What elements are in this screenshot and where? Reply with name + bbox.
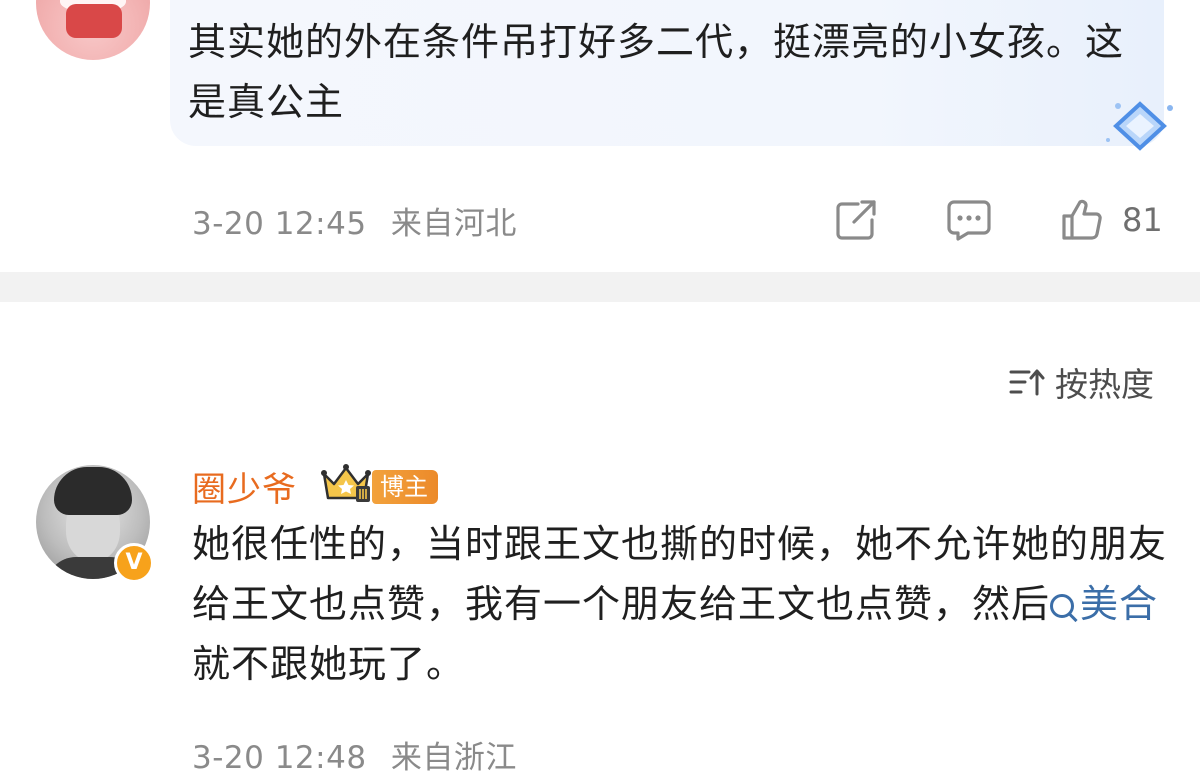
like-button[interactable]: 81 — [1060, 196, 1163, 244]
sort-label: 按热度 — [1055, 365, 1154, 404]
comment-icon — [947, 200, 991, 241]
comment-text-part: 就不跟她玩了。 — [192, 642, 466, 686]
topic-label: 美合 — [1080, 582, 1159, 626]
comment-text: 其实她的外在条件吊打好多二代，挺漂亮的小女孩。这是真公主 — [188, 20, 1125, 124]
comment-time: 3-20 12:45 — [192, 206, 367, 242]
comment-text: 她很任性的，当时跟王文也撕的时候，她不允许她的朋友给王文也点赞，我有一个朋友给王… — [192, 514, 1172, 694]
comment-meta: 3-20 12:48 来自浙江 — [192, 732, 517, 777]
sort-by-hot-button[interactable]: 按热度 — [1009, 358, 1154, 406]
comment-text-part: 她很任性的，当时跟王文也撕的时候，她不允许她的朋友给王文也点赞，我有一个朋友给王… — [192, 522, 1168, 626]
section-divider — [0, 272, 1200, 302]
comment-screen: 其实她的外在条件吊打好多二代，挺漂亮的小女孩。这是真公主 3-20 12:45 … — [0, 0, 1200, 777]
avatar-bow — [66, 4, 122, 38]
comment-location: 来自河北 — [390, 206, 517, 242]
avatar-hair — [54, 467, 132, 515]
comment-button[interactable] — [946, 196, 992, 244]
topic-link[interactable]: 美合 — [1050, 582, 1158, 626]
gem-icon — [1106, 101, 1173, 151]
blogger-badge: 博主 — [372, 470, 438, 504]
sort-icon — [1009, 369, 1045, 396]
like-icon — [1062, 199, 1102, 240]
share-icon — [836, 200, 876, 240]
avatar[interactable] — [36, 0, 150, 60]
search-icon — [1050, 594, 1075, 618]
username[interactable]: 圈少爷 — [192, 462, 297, 511]
verified-badge: V — [114, 543, 154, 583]
comment-time: 3-20 12:48 — [192, 740, 367, 776]
comment-meta: 3-20 12:45 来自河北 — [192, 198, 517, 243]
comment-card-1: 其实她的外在条件吊打好多二代，挺漂亮的小女孩。这是真公主 3-20 12:45 … — [0, 0, 1200, 272]
crown-icon — [321, 464, 371, 502]
comment-location: 来自浙江 — [390, 740, 517, 776]
share-button[interactable] — [834, 196, 878, 244]
like-count: 81 — [1122, 201, 1163, 239]
